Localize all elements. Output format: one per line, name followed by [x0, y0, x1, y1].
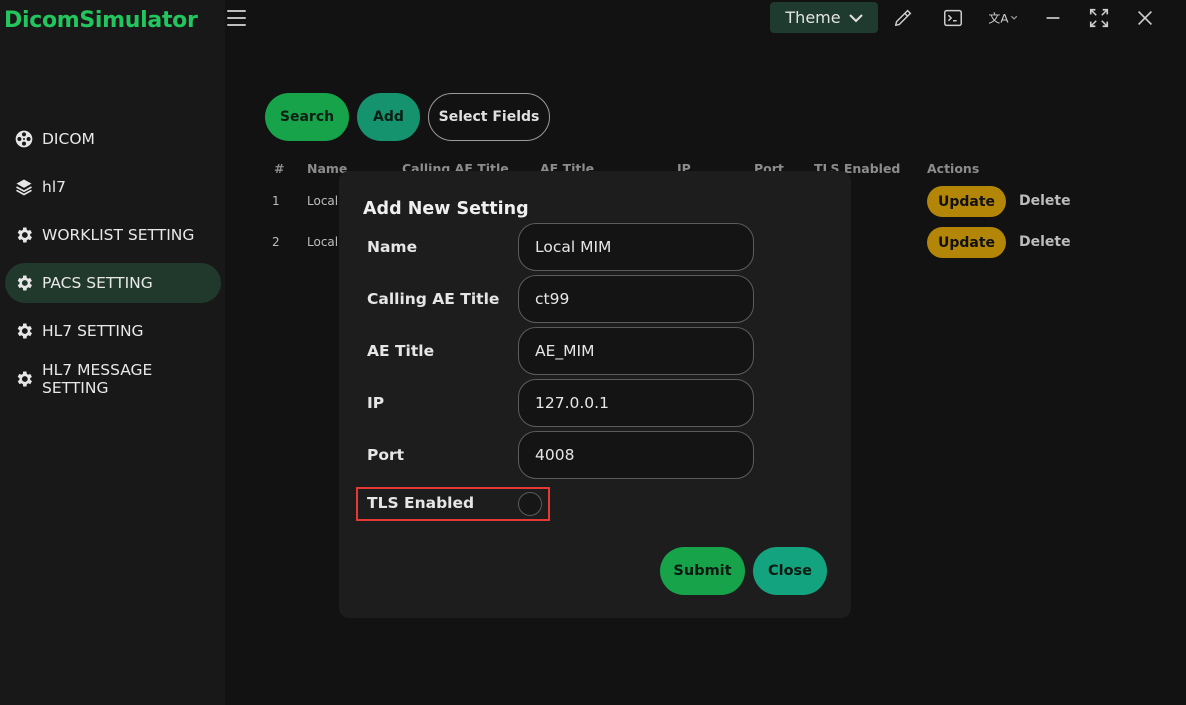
toolbar: Search Add Select Fields — [265, 93, 550, 141]
sidebar-item-worklist-setting[interactable]: WORKLIST SETTING — [5, 215, 221, 255]
film-reel-icon — [14, 129, 34, 149]
app-title: DicomSimulator — [4, 8, 198, 33]
dialog-title: Add New Setting — [363, 199, 529, 219]
sidebar-item-hl7[interactable]: hl7 — [5, 167, 221, 207]
update-button[interactable]: Update — [927, 227, 1006, 258]
ae-title-label: AE Title — [367, 342, 435, 360]
name-label: Name — [367, 238, 418, 256]
tls-enabled-highlight: TLS Enabled — [356, 487, 550, 521]
maximize-icon[interactable] — [1087, 6, 1111, 30]
add-setting-dialog: Add New Setting Name Calling AE Title AE… — [339, 171, 851, 618]
sidebar-item-label: WORKLIST SETTING — [42, 226, 195, 244]
close-button[interactable]: Close — [753, 547, 827, 595]
sidebar-item-label: HL7 SETTING — [42, 322, 144, 340]
gear-icon — [14, 225, 34, 245]
terminal-icon[interactable] — [941, 6, 965, 30]
sidebar-item-hl7-setting[interactable]: HL7 SETTING — [5, 311, 221, 351]
ip-field[interactable] — [518, 379, 754, 427]
row-name: Local — [307, 194, 339, 208]
theme-label: Theme — [785, 8, 841, 27]
row-index: 2 — [272, 235, 280, 249]
delete-button[interactable]: Delete — [1019, 193, 1071, 209]
minimize-icon[interactable] — [1041, 6, 1065, 30]
sidebar-item-label: DICOM — [42, 130, 95, 148]
row-name: Local — [307, 235, 339, 249]
gear-icon — [14, 321, 34, 341]
theme-dropdown[interactable]: Theme — [770, 2, 878, 33]
sidebar-item-label: hl7 — [42, 178, 66, 196]
eyedropper-icon[interactable] — [891, 6, 915, 30]
search-button[interactable]: Search — [265, 93, 349, 141]
svg-text:文A: 文A — [988, 12, 1009, 26]
submit-button[interactable]: Submit — [660, 547, 745, 595]
ae-title-field[interactable] — [518, 327, 754, 375]
update-button[interactable]: Update — [927, 186, 1006, 217]
layers-icon — [14, 177, 34, 197]
sidebar: DicomSimulator DICOM hl7 WORKLIST SETTIN… — [0, 0, 225, 705]
delete-button[interactable]: Delete — [1019, 234, 1071, 250]
port-label: Port — [367, 446, 405, 464]
column-header[interactable]: # — [274, 161, 284, 176]
sidebar-item-label: PACS SETTING — [42, 274, 153, 292]
name-field[interactable] — [518, 223, 754, 271]
column-header: Actions — [927, 161, 980, 176]
sidebar-item-hl7-message-setting[interactable]: HL7 MESSAGE SETTING — [5, 359, 221, 399]
tls-enabled-checkbox[interactable] — [518, 492, 542, 516]
chevron-down-icon — [848, 8, 863, 27]
row-index: 1 — [272, 194, 280, 208]
sidebar-item-label: HL7 MESSAGE SETTING — [42, 361, 153, 397]
port-field[interactable] — [518, 431, 754, 479]
ip-label: IP — [367, 394, 385, 412]
calling-ae-title-label: Calling AE Title — [367, 290, 500, 308]
calling-ae-title-field[interactable] — [518, 275, 754, 323]
sidebar-nav: DICOM hl7 WORKLIST SETTING PACS SETTING … — [5, 119, 221, 407]
sidebar-item-pacs-setting[interactable]: PACS SETTING — [5, 263, 221, 303]
gear-icon — [14, 369, 34, 389]
select-fields-button[interactable]: Select Fields — [428, 93, 550, 141]
add-button[interactable]: Add — [357, 93, 420, 141]
translate-icon[interactable]: 文A — [985, 6, 1023, 30]
gear-icon — [14, 273, 34, 293]
menu-icon[interactable] — [227, 10, 246, 26]
close-icon[interactable] — [1133, 6, 1157, 30]
sidebar-item-dicom[interactable]: DICOM — [5, 119, 221, 159]
tls-enabled-label: TLS Enabled — [367, 494, 475, 512]
